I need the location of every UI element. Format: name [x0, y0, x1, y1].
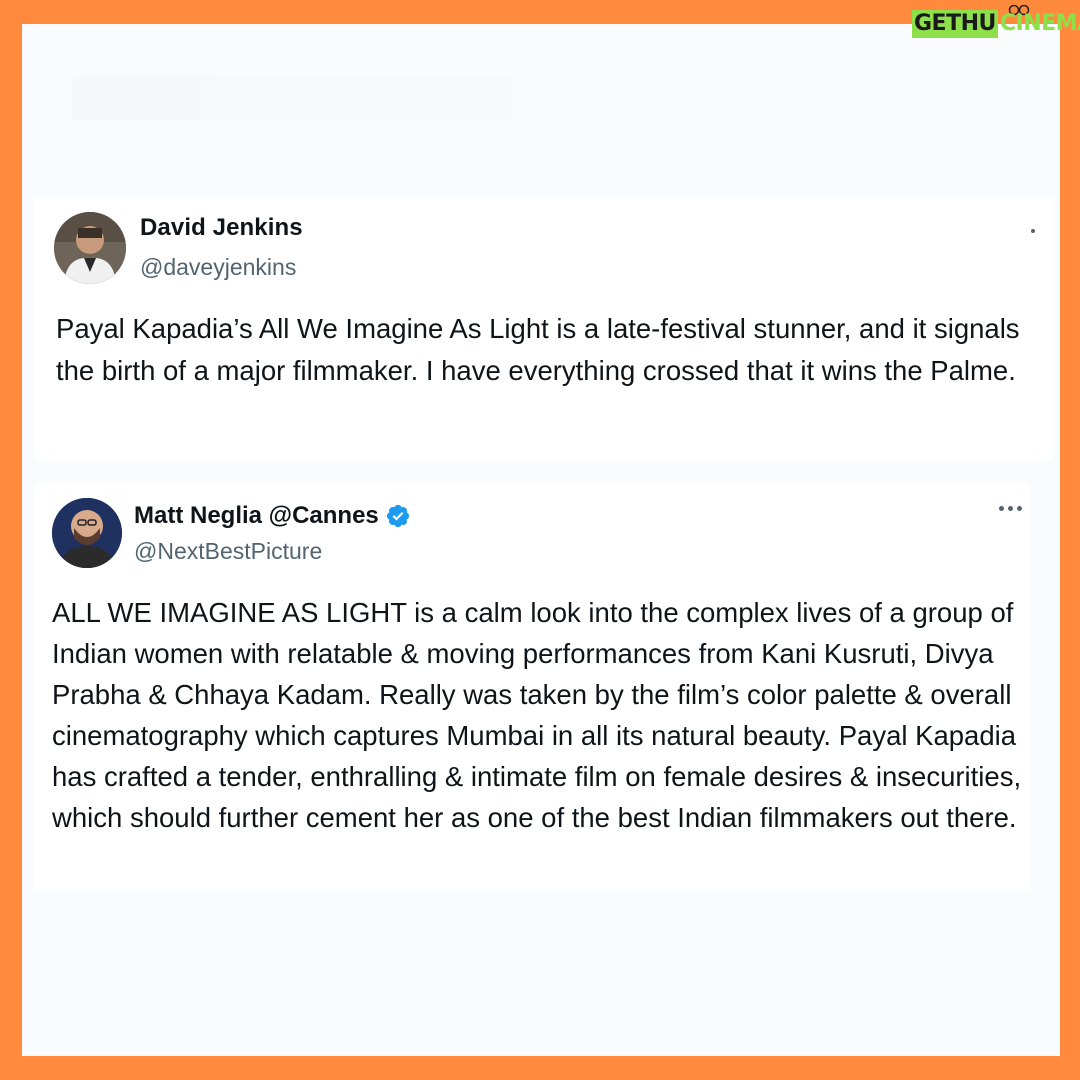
user-avatar[interactable]	[54, 212, 126, 284]
gethu-cinema-logo: GETHU CINEMA	[912, 4, 1080, 46]
tweet-text: Payal Kapadia’s All We Imagine As Light …	[56, 313, 1020, 386]
author-handle[interactable]: @NextBestPicture	[134, 538, 322, 565]
user-avatar[interactable]	[52, 498, 122, 568]
orange-frame: David Jenkins @daveyjenkins Payal Kapadi…	[0, 0, 1080, 1080]
author-name[interactable]: David Jenkins	[140, 214, 303, 242]
author-name-row[interactable]: Matt Neglia @Cannes	[134, 502, 411, 530]
tweet-text: ALL WE IMAGINE AS LIGHT is a calm look i…	[52, 597, 1022, 833]
author-handle[interactable]: @daveyjenkins	[140, 254, 296, 281]
more-options-icon[interactable]	[1026, 224, 1040, 238]
more-options-icon[interactable]	[999, 506, 1022, 511]
tweet-matt-neglia[interactable]: Matt Neglia @Cannes @NextBestPicture ALL…	[34, 484, 1030, 890]
logo-text-gethu: GETHU	[912, 10, 998, 38]
verified-badge-icon	[386, 504, 409, 528]
author-name[interactable]: Matt Neglia @Cannes	[134, 502, 379, 530]
logo-text-cinema: CINEMA	[999, 11, 1080, 36]
tweet-david-jenkins[interactable]: David Jenkins @daveyjenkins Payal Kapadi…	[34, 198, 1052, 460]
faint-header-bar	[72, 76, 512, 120]
